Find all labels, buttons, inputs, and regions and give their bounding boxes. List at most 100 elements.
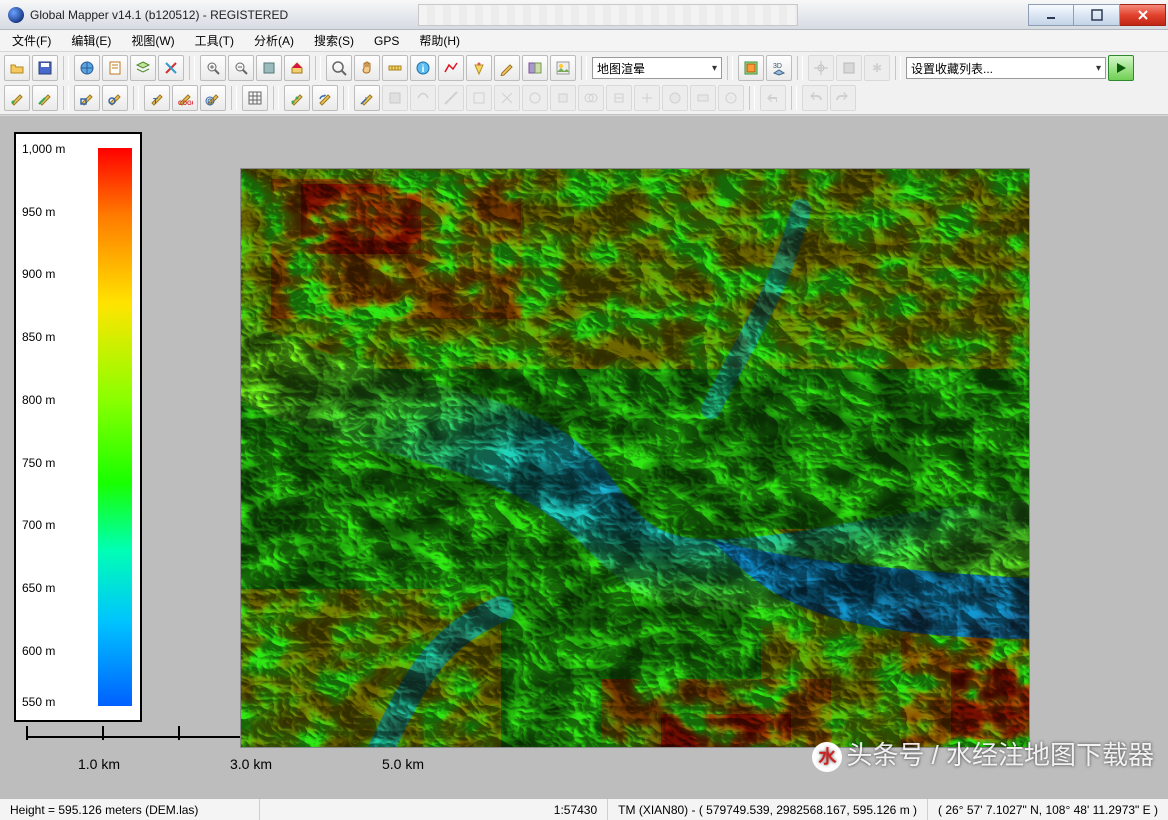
save-button[interactable] (32, 55, 58, 81)
watermark-avatar-icon: 水 (812, 742, 842, 772)
zoom-tool-button[interactable] (326, 55, 352, 81)
favorites-value: 设置收藏列表... (911, 60, 993, 77)
svg-text:✱: ✱ (872, 61, 882, 75)
tool-d10[interactable] (634, 85, 660, 111)
create-range-ring-button[interactable] (200, 85, 226, 111)
workspace: 1,000 m 950 m 900 m 850 m 800 m 750 m 70… (0, 116, 1168, 798)
toolbars: i 地图渲晕 ▾ 3D ✱ 设置收藏列表... ▾ T (0, 52, 1168, 115)
undo-button[interactable] (802, 85, 828, 111)
create-line-button[interactable] (32, 85, 58, 111)
tool-d13[interactable] (718, 85, 744, 111)
zoom-in-button[interactable] (200, 55, 226, 81)
status-height: Height = 595.126 meters (DEM.las) (0, 799, 260, 820)
tool-d11[interactable] (662, 85, 688, 111)
swipe-button[interactable] (522, 55, 548, 81)
menu-view[interactable]: 视图(W) (123, 30, 182, 51)
tool-d5[interactable] (494, 85, 520, 111)
rotate-feature-button[interactable] (312, 85, 338, 111)
tool-d6[interactable] (522, 85, 548, 111)
legend-tick: 600 m (22, 644, 55, 658)
create-text-button[interactable]: T (144, 85, 170, 111)
edit-vector-button[interactable] (494, 55, 520, 81)
legend-labels: 1,000 m 950 m 900 m 850 m 800 m 750 m 70… (22, 142, 82, 712)
shader-options-button[interactable] (738, 55, 764, 81)
toolbar-row-2: T COGO (2, 84, 1166, 112)
app-icon (8, 7, 24, 23)
view-3d-button[interactable]: 3D (766, 55, 792, 81)
map-render-select[interactable]: 地图渲晕 ▾ (592, 57, 722, 79)
svg-text:T: T (153, 97, 158, 106)
ghost-panel (418, 4, 798, 26)
tool-d2[interactable] (410, 85, 436, 111)
minimize-button[interactable] (1028, 4, 1074, 26)
layers-button[interactable] (130, 55, 156, 81)
tool-d1[interactable] (382, 85, 408, 111)
scale-feature-button[interactable] (354, 85, 380, 111)
gps-track-button[interactable] (808, 55, 834, 81)
move-vertex-button[interactable] (284, 85, 310, 111)
undo-feature-button[interactable] (760, 85, 786, 111)
tool-d9[interactable] (606, 85, 632, 111)
create-rect-button[interactable] (102, 85, 128, 111)
menu-gps[interactable]: GPS (366, 32, 407, 50)
legend-tick: 1,000 m (22, 142, 65, 156)
status-bar: Height = 595.126 meters (DEM.las) 1:5743… (0, 798, 1168, 820)
legend-tick: 800 m (22, 393, 55, 407)
create-grid-button[interactable] (242, 85, 268, 111)
profile-button[interactable] (438, 55, 464, 81)
watermark-text: 头条号 / 水经注地图下载器 (846, 740, 1154, 770)
maximize-button[interactable] (1074, 4, 1120, 26)
tool-d4[interactable] (466, 85, 492, 111)
window-controls (1028, 4, 1166, 26)
legend-tick: 950 m (22, 205, 55, 219)
map-view[interactable] (240, 168, 1030, 748)
svg-text:3D: 3D (773, 63, 782, 70)
gps-stop-button[interactable]: ✱ (864, 55, 890, 81)
scale-label: 5.0 km (382, 756, 424, 772)
menu-help[interactable]: 帮助(H) (411, 30, 468, 51)
home-button[interactable] (284, 55, 310, 81)
menu-tools[interactable]: 工具(T) (187, 30, 242, 51)
online-sources-button[interactable] (74, 55, 100, 81)
zoom-full-button[interactable] (256, 55, 282, 81)
create-point-button[interactable] (4, 85, 30, 111)
menu-edit[interactable]: 编辑(E) (63, 30, 119, 51)
menu-bar: 文件(F) 编辑(E) 视图(W) 工具(T) 分析(A) 搜索(S) GPS … (0, 30, 1168, 52)
image-swatch-button[interactable] (550, 55, 576, 81)
window-title: Global Mapper v14.1 (b120512) - REGISTER… (30, 8, 288, 22)
menu-analyze[interactable]: 分析(A) (246, 30, 302, 51)
run-script-button[interactable] (1108, 55, 1134, 81)
close-button[interactable] (1120, 4, 1166, 26)
style-button[interactable] (158, 55, 184, 81)
tool-d3[interactable] (438, 85, 464, 111)
svg-text:i: i (422, 64, 425, 75)
status-latlon: ( 26° 57' 7.1027" N, 108° 48' 11.2973" E… (928, 799, 1168, 820)
chevron-down-icon: ▾ (1096, 63, 1101, 74)
legend-tick: 550 m (22, 695, 55, 709)
watermark: 水头条号 / 水经注地图下载器 (812, 735, 1154, 772)
svg-text:COGO: COGO (178, 101, 193, 106)
status-projection: TM (XIAN80) - ( 579749.539, 2982568.167,… (608, 799, 928, 820)
tool-d7[interactable] (550, 85, 576, 111)
create-area-button[interactable] (74, 85, 100, 111)
viewshed-button[interactable] (466, 55, 492, 81)
measure-button[interactable] (382, 55, 408, 81)
elevation-legend: 1,000 m 950 m 900 m 850 m 800 m 750 m 70… (14, 132, 142, 722)
legend-tick: 650 m (22, 581, 55, 595)
tool-d12[interactable] (690, 85, 716, 111)
zoom-out-button[interactable] (228, 55, 254, 81)
legend-gradient (98, 148, 132, 706)
pan-tool-button[interactable] (354, 55, 380, 81)
scale-label: 1.0 km (78, 756, 120, 772)
menu-search[interactable]: 搜索(S) (306, 30, 362, 51)
menu-file[interactable]: 文件(F) (4, 30, 59, 51)
open-button[interactable] (4, 55, 30, 81)
create-cogo-button[interactable]: COGO (172, 85, 198, 111)
tool-d8[interactable] (578, 85, 604, 111)
config-button[interactable] (102, 55, 128, 81)
info-button[interactable]: i (410, 55, 436, 81)
gps-record-button[interactable] (836, 55, 862, 81)
redo-button[interactable] (830, 85, 856, 111)
favorites-select[interactable]: 设置收藏列表... ▾ (906, 57, 1106, 79)
legend-tick: 750 m (22, 456, 55, 470)
